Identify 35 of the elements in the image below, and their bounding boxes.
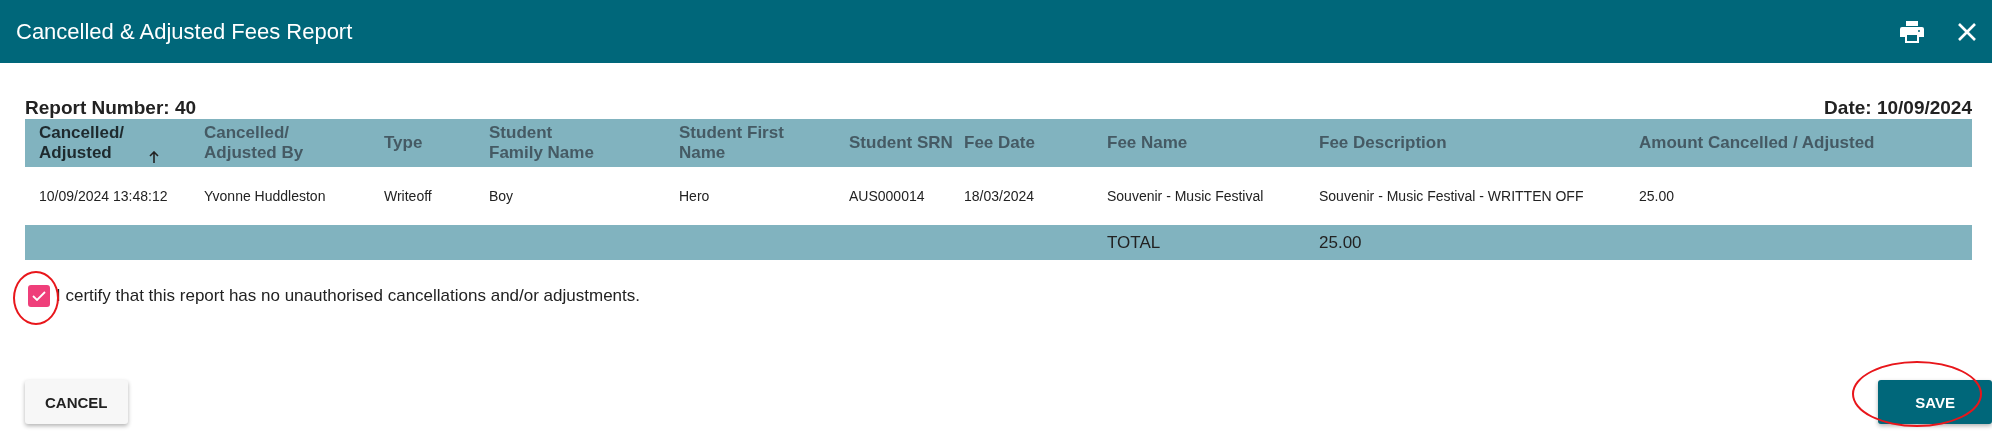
column-header[interactable]: Amount Cancelled / Adjusted	[1639, 133, 1972, 153]
table-cell-text: 25.00	[1639, 188, 1676, 204]
certify-checkbox[interactable]	[28, 285, 50, 307]
window-title: Cancelled & Adjusted Fees Report	[16, 18, 353, 45]
certify-label: I certify that this report has no unauthorised cancellations and/or adjustments.	[56, 286, 640, 306]
print-button[interactable]	[1900, 20, 1924, 43]
table-cell-text: 10/09/2024 13:48:12	[39, 188, 169, 204]
table-cell-text: Yvonne Huddleston	[204, 188, 327, 204]
column-header[interactable]: Cancelled/ Adjusted By	[204, 123, 384, 163]
table-cell-text: Hero	[679, 188, 711, 204]
table-cell-text: AUS000014	[849, 188, 926, 204]
total-value: 25.00	[1319, 232, 1363, 253]
cancel-button[interactable]: CANCEL	[25, 380, 128, 424]
save-button[interactable]: SAVE	[1878, 380, 1992, 424]
table-cell-text: Souvenir - Music Festival - WRITTEN OFF	[1319, 188, 1585, 204]
total-label: TOTAL	[1107, 232, 1162, 253]
column-header[interactable]: Cancelled/ Adjusted	[39, 123, 204, 163]
report-number: Report Number: 40	[25, 97, 197, 119]
column-header[interactable]: Fee Description	[1319, 133, 1639, 153]
table-cell-text: Souvenir - Music Festival	[1107, 188, 1265, 204]
column-header[interactable]: Student First Name	[679, 123, 849, 163]
report-date: Date: 10/09/2024	[1824, 97, 1972, 119]
table-cell-text: Boy	[489, 188, 515, 204]
sort-arrow-icon	[149, 151, 159, 163]
checkmark-icon	[32, 291, 46, 301]
column-header[interactable]: Fee Date	[964, 133, 1107, 153]
column-header[interactable]: Student SRN	[849, 133, 964, 153]
close-icon	[1958, 22, 1976, 41]
close-button[interactable]	[1958, 22, 1976, 41]
column-header[interactable]: Fee Name	[1107, 133, 1319, 153]
table-cell-text: 18/03/2024	[964, 188, 1036, 204]
print-icon	[1900, 20, 1924, 43]
column-header[interactable]: Student Family Name	[489, 123, 679, 163]
table-cell-text: Writeoff	[384, 188, 433, 204]
column-header[interactable]: Type	[384, 133, 489, 153]
